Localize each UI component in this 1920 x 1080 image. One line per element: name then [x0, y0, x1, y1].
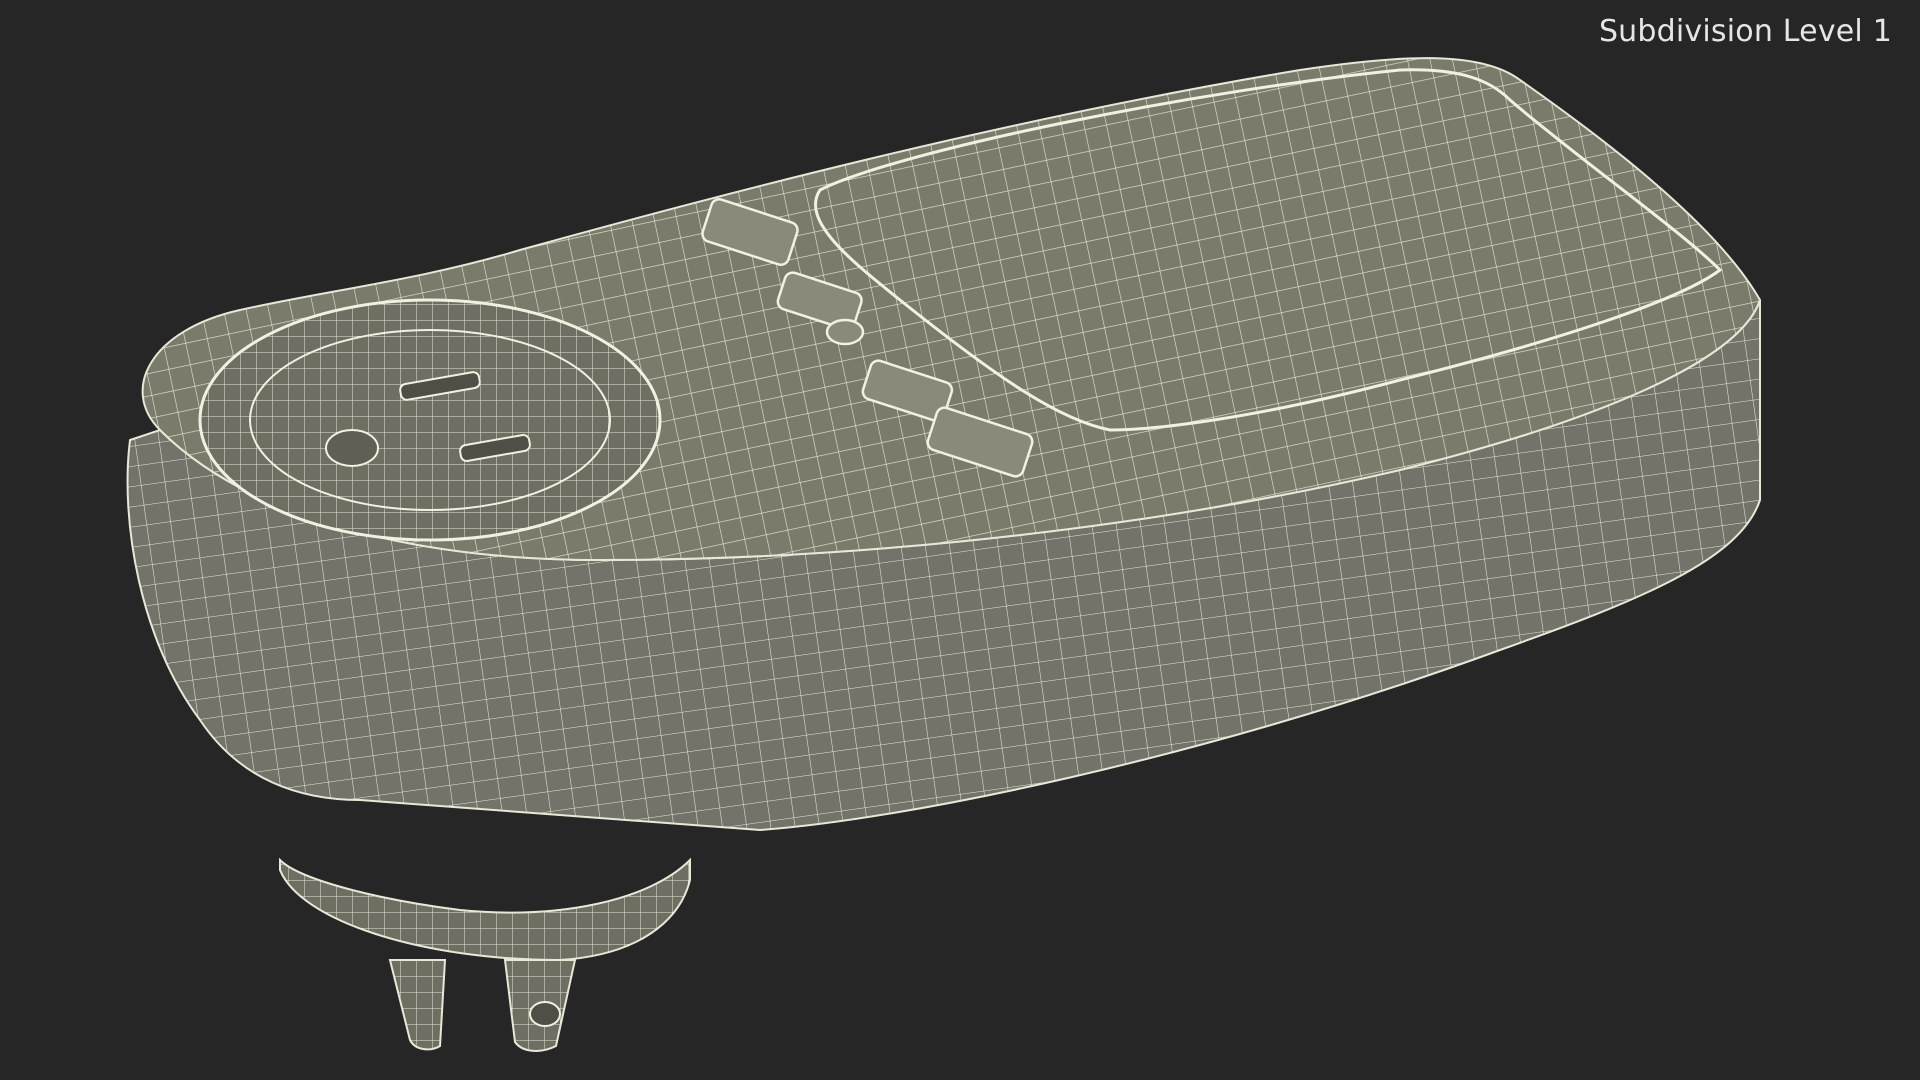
- outlet-socket: [198, 298, 662, 542]
- subdivision-level-label: Subdivision Level 1: [1598, 14, 1892, 49]
- viewport-3d[interactable]: Subdivision Level 1: [0, 0, 1920, 1080]
- plug-prong-left: [388, 959, 447, 1051]
- prong-hole: [529, 1001, 561, 1027]
- center-button: [825, 318, 865, 346]
- ground-hole: [325, 429, 379, 467]
- plug-base: [279, 857, 691, 962]
- wireframe-render: [126, 57, 1762, 1052]
